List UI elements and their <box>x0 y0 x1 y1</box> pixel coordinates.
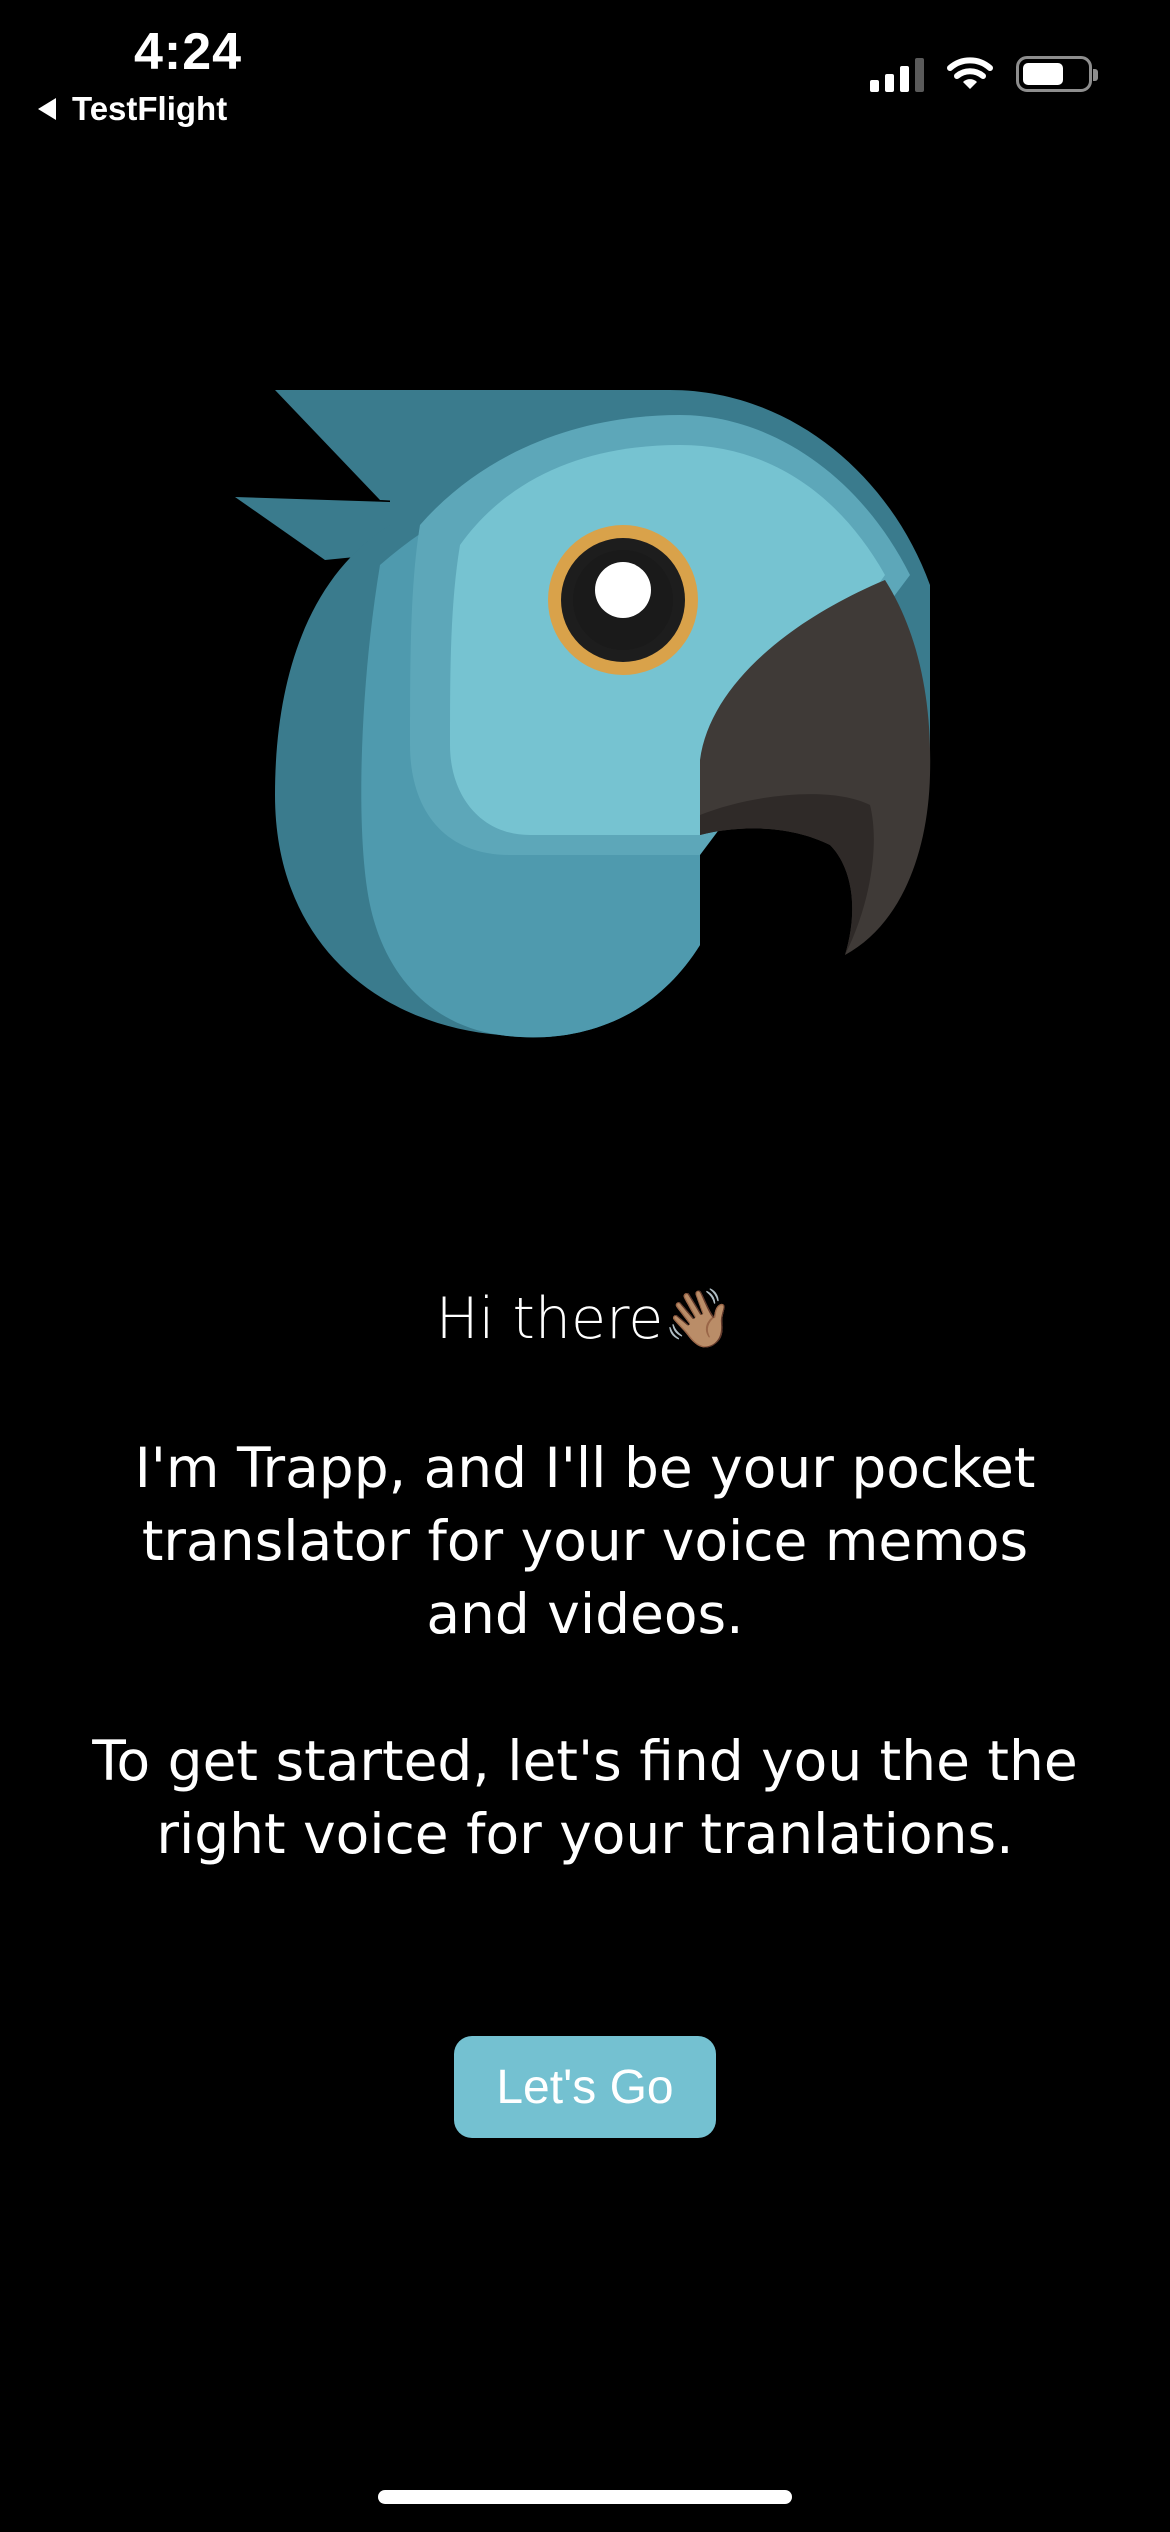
back-chevron-icon <box>38 98 56 120</box>
get-started-paragraph: To get started, let's find you the the r… <box>92 1729 1078 1866</box>
greeting-heading: Hi there👋🏽 <box>435 1286 735 1352</box>
intro-paragraph: I'm Trapp, and I'll be your pocket trans… <box>134 1436 1036 1646</box>
home-indicator[interactable] <box>378 2490 792 2504</box>
lets-go-button[interactable]: Let's Go <box>454 2036 716 2138</box>
battery-icon <box>1016 56 1098 92</box>
parrot-logo <box>235 390 931 1038</box>
back-app-label: TestFlight <box>72 90 228 127</box>
wifi-icon <box>947 57 993 89</box>
status-bar: 4:24 TestFlight <box>0 0 1170 150</box>
status-icons <box>870 56 1098 92</box>
back-to-app-link[interactable]: TestFlight <box>38 90 227 128</box>
cellular-signal-icon <box>870 56 924 92</box>
status-time: 4:24 <box>134 23 243 81</box>
